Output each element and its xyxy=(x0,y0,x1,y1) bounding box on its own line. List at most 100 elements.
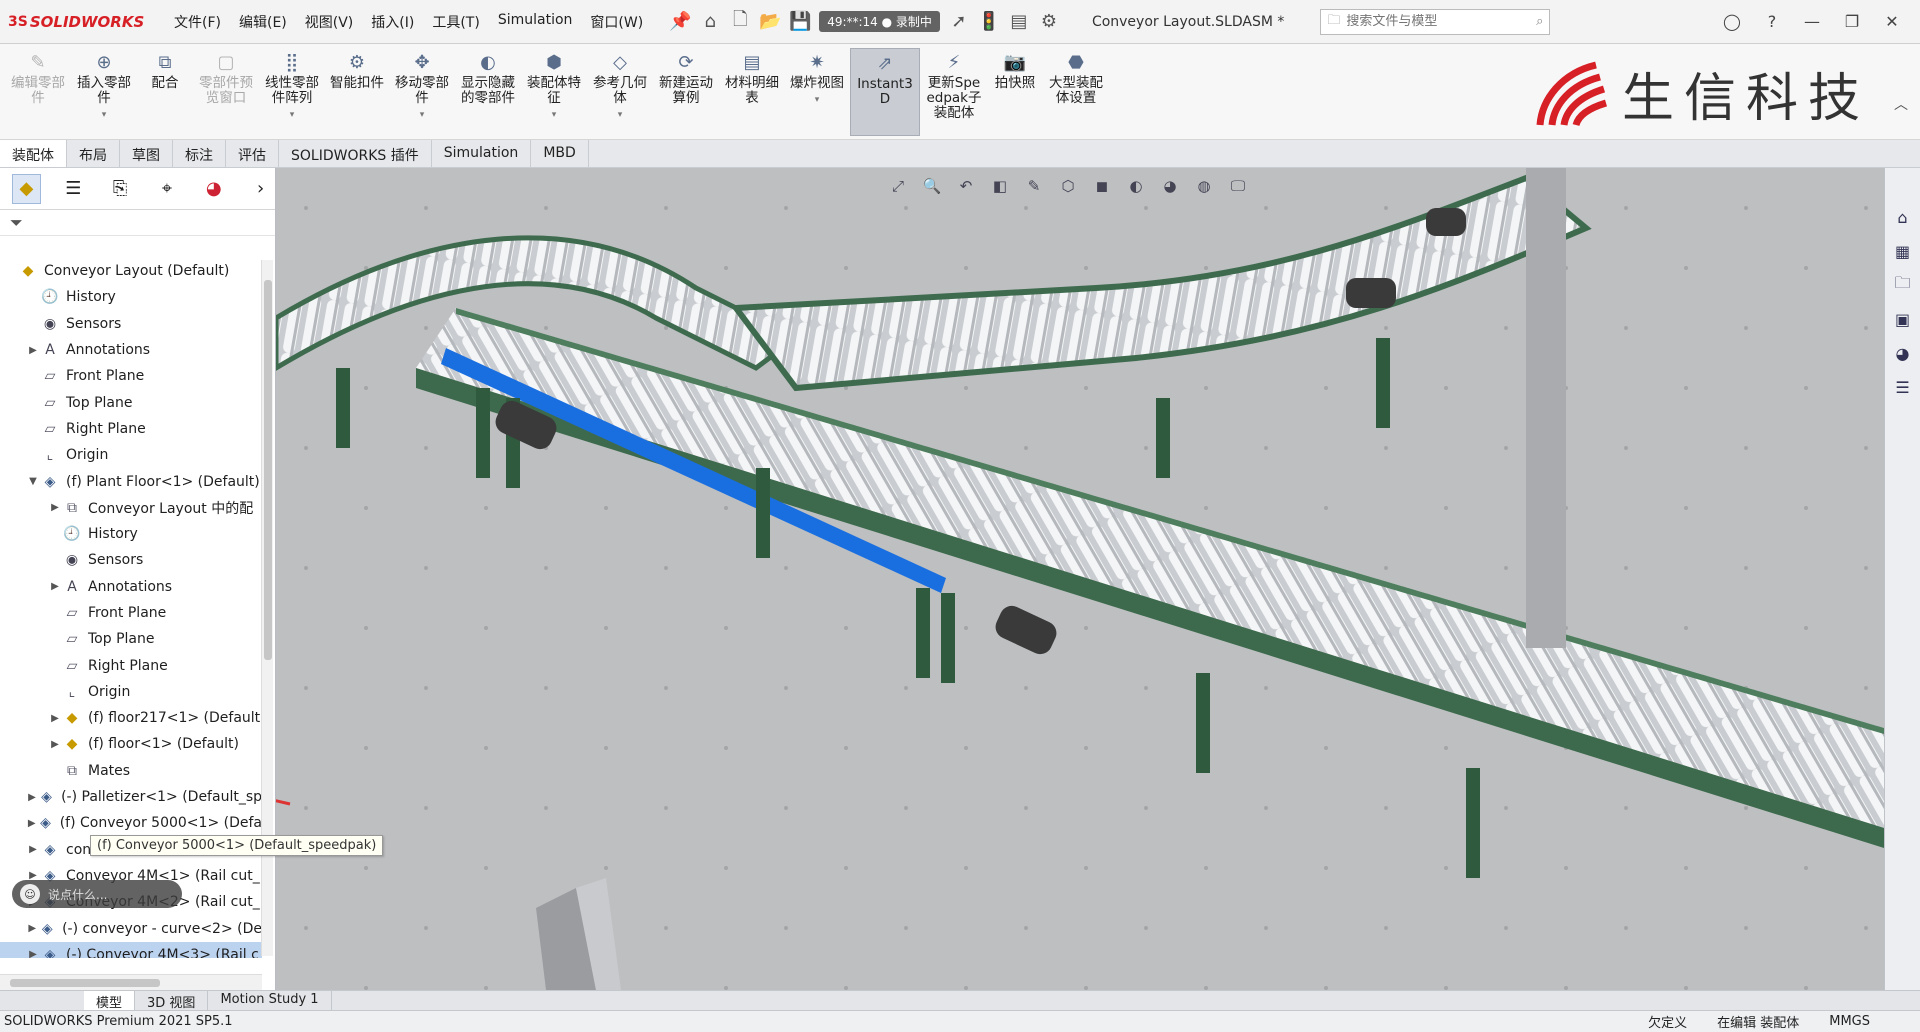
section-view-icon[interactable]: ◧ xyxy=(988,174,1012,198)
save-icon[interactable]: 💾 xyxy=(785,7,815,37)
expand-arrow-icon[interactable]: ▶ xyxy=(48,713,62,724)
tree-node[interactable]: ⌞ Origin xyxy=(0,442,262,468)
model-tab[interactable]: Motion Study 1 xyxy=(208,991,332,1010)
ribbon-button[interactable]: ⟳ 新建运动算例 xyxy=(654,48,718,136)
tree-node[interactable]: ▼ ◈ (f) Plant Floor<1> (Default) xyxy=(0,468,262,494)
chat-overlay[interactable]: ☺ 说点什么... xyxy=(12,880,182,908)
ribbon-button[interactable]: ▢ 零部件预览窗口 xyxy=(194,48,258,136)
filter-icon[interactable]: ⏷ xyxy=(10,213,23,233)
options-gear-icon[interactable]: ⚙ xyxy=(1034,7,1064,37)
collapse-arrow-icon[interactable]: ▼ xyxy=(26,476,40,487)
tree-node[interactable]: ▱ Right Plane xyxy=(0,652,262,678)
command-tab[interactable]: 标注 xyxy=(173,140,226,167)
model-tab[interactable]: 3D 视图 xyxy=(135,991,209,1011)
ribbon-button[interactable]: ✥ 移动零部件 ▾ xyxy=(390,48,454,136)
pin-icon[interactable]: 📌 xyxy=(665,7,695,37)
new-document-icon[interactable]: 🗋 xyxy=(725,7,755,37)
command-tab[interactable]: Simulation xyxy=(432,140,532,167)
tree-node[interactable]: ▶ A Annotations xyxy=(0,337,262,363)
tree-node[interactable]: 🕘 History xyxy=(0,284,262,310)
tree-node[interactable]: ◉ Sensors xyxy=(0,311,262,337)
appearances-icon[interactable]: ◕ xyxy=(1890,340,1916,366)
expand-arrow-icon[interactable]: ▶ xyxy=(26,345,40,356)
user-account-icon[interactable]: ◯ xyxy=(1714,12,1750,31)
tree-node[interactable]: ▶ ◈ (-) Palletizer<1> (Default_sp xyxy=(0,784,262,810)
home-icon[interactable]: ⌂ xyxy=(695,7,725,37)
tree-node[interactable]: ◉ Sensors xyxy=(0,547,262,573)
tree-node[interactable]: ▶ ◈ (f) Conveyor 5000<1> (Defa xyxy=(0,810,262,836)
unit-system[interactable]: MMGS xyxy=(1829,1014,1870,1029)
zoom-to-fit-icon[interactable]: ⤢ xyxy=(886,174,910,198)
menu-item[interactable]: Simulation xyxy=(490,8,581,36)
expand-arrow-icon[interactable]: ▶ xyxy=(26,844,40,855)
tree-filter[interactable]: ⏷ xyxy=(0,210,275,236)
ribbon-button[interactable]: 📷 拍快照 xyxy=(988,48,1042,136)
ribbon-button[interactable]: ⇗ Instant3D xyxy=(850,48,920,136)
previous-view-icon[interactable]: ↶ xyxy=(954,174,978,198)
file-explorer-icon[interactable]: 🗀 xyxy=(1890,272,1916,298)
ribbon-button[interactable]: ✷ 爆炸视图 ▾ xyxy=(786,48,848,136)
design-library-icon[interactable]: ▦ xyxy=(1890,238,1916,264)
conveyor-3d-scene[interactable] xyxy=(276,168,1884,990)
display-style-icon[interactable]: ◼ xyxy=(1090,174,1114,198)
tree-node[interactable]: ▶ ⧉ Conveyor Layout 中的配 xyxy=(0,495,262,521)
dropdown-caret-icon[interactable]: ▾ xyxy=(815,93,820,108)
help-icon[interactable]: ? xyxy=(1754,12,1790,31)
dimxpert-tab-icon[interactable]: ⌖ xyxy=(153,174,182,204)
menu-item[interactable]: 窗口(W) xyxy=(582,8,651,36)
tree-node[interactable]: ▶ A Annotations xyxy=(0,574,262,600)
view-settings-icon[interactable]: 🖵 xyxy=(1226,174,1250,198)
search-box[interactable]: 🗀 ⌕ xyxy=(1320,8,1551,35)
expand-arrow-icon[interactable]: ▶ xyxy=(26,792,38,803)
close-button[interactable]: ✕ xyxy=(1874,12,1910,31)
ribbon-button[interactable]: ⊕ 插入零部件 ▾ xyxy=(72,48,136,136)
graphics-viewport[interactable]: ⤢ 🔍 ↶ ◧ ✎ ⬡ ◼ ◐ ◕ ◍ 🖵 xyxy=(276,168,1884,990)
ribbon-button[interactable]: ✎ 编辑零部件 xyxy=(6,48,70,136)
file-properties-icon[interactable]: ▤ xyxy=(1004,7,1034,37)
collapse-ribbon-icon[interactable]: ︿ xyxy=(1894,94,1908,114)
ribbon-button[interactable]: ⚡ 更新Speedpak子装配体 xyxy=(922,48,986,136)
edit-appearance-icon[interactable]: ◕ xyxy=(1158,174,1182,198)
ribbon-button[interactable]: ▤ 材料明细表 xyxy=(720,48,784,136)
solidworks-resources-icon[interactable]: ⌂ xyxy=(1890,204,1916,230)
expand-arrow-icon[interactable]: ▶ xyxy=(26,923,38,934)
expand-arrow-icon[interactable]: ▶ xyxy=(48,502,62,513)
menu-item[interactable]: 文件(F) xyxy=(166,8,229,36)
tree-node[interactable]: ▶ ◆ (f) floor<1> (Default) xyxy=(0,731,262,757)
ribbon-button[interactable]: ⬢ 装配体特征 ▾ xyxy=(522,48,586,136)
dropdown-caret-icon[interactable]: ▾ xyxy=(420,108,425,123)
tree-node[interactable]: ▱ Top Plane xyxy=(0,626,262,652)
expand-arrow-icon[interactable]: ▶ xyxy=(48,739,62,750)
restore-button[interactable]: ❐ xyxy=(1834,12,1870,31)
tree-node[interactable]: ▶ ◆ (f) floor217<1> (Default xyxy=(0,705,262,731)
view-orientation-icon[interactable]: ⬡ xyxy=(1056,174,1080,198)
more-tabs-chevron-icon[interactable]: › xyxy=(246,174,275,204)
tree-node[interactable]: ◆ Conveyor Layout (Default) xyxy=(0,258,262,284)
feature-manager-tab-icon[interactable]: ◆ xyxy=(12,173,41,204)
view-palette-icon[interactable]: ▣ xyxy=(1890,306,1916,332)
rebuild-traffic-light-icon[interactable]: 🚦 xyxy=(974,7,1004,37)
tree-node[interactable]: ⧉ Mates xyxy=(0,758,262,784)
menu-item[interactable]: 插入(I) xyxy=(363,8,422,36)
tree-node[interactable]: ▱ Front Plane xyxy=(0,363,262,389)
command-tab[interactable]: MBD xyxy=(531,140,589,167)
dynamic-annotation-icon[interactable]: ✎ xyxy=(1022,174,1046,198)
tree-horizontal-scrollbar[interactable] xyxy=(0,974,262,990)
minimize-button[interactable]: — xyxy=(1794,12,1830,31)
expand-arrow-icon[interactable]: ▶ xyxy=(26,818,37,829)
model-tab[interactable]: 模型 xyxy=(84,991,136,1011)
menu-item[interactable]: 工具(T) xyxy=(424,8,487,36)
ribbon-button[interactable]: ⬣ 大型装配体设置 xyxy=(1044,48,1108,136)
ribbon-button[interactable]: ◇ 参考几何体 ▾ xyxy=(588,48,652,136)
ribbon-button[interactable]: ⣿ 线性零部件阵列 ▾ xyxy=(260,48,324,136)
command-tab[interactable]: 装配体 xyxy=(0,140,67,167)
dropdown-caret-icon[interactable]: ▾ xyxy=(552,108,557,123)
tree-node[interactable]: ▶ ◈ (-) Conveyor 4M<3> (Rail c xyxy=(0,941,262,958)
open-folder-icon[interactable]: 📂 xyxy=(755,7,785,37)
tree-node[interactable]: ▱ Front Plane xyxy=(0,600,262,626)
tree-node[interactable]: 🕘 History xyxy=(0,521,262,547)
dropdown-caret-icon[interactable]: ▾ xyxy=(102,108,107,123)
tree-node[interactable]: ▱ Top Plane xyxy=(0,389,262,415)
command-tab[interactable]: 评估 xyxy=(226,140,279,167)
command-tab[interactable]: 草图 xyxy=(120,140,173,167)
